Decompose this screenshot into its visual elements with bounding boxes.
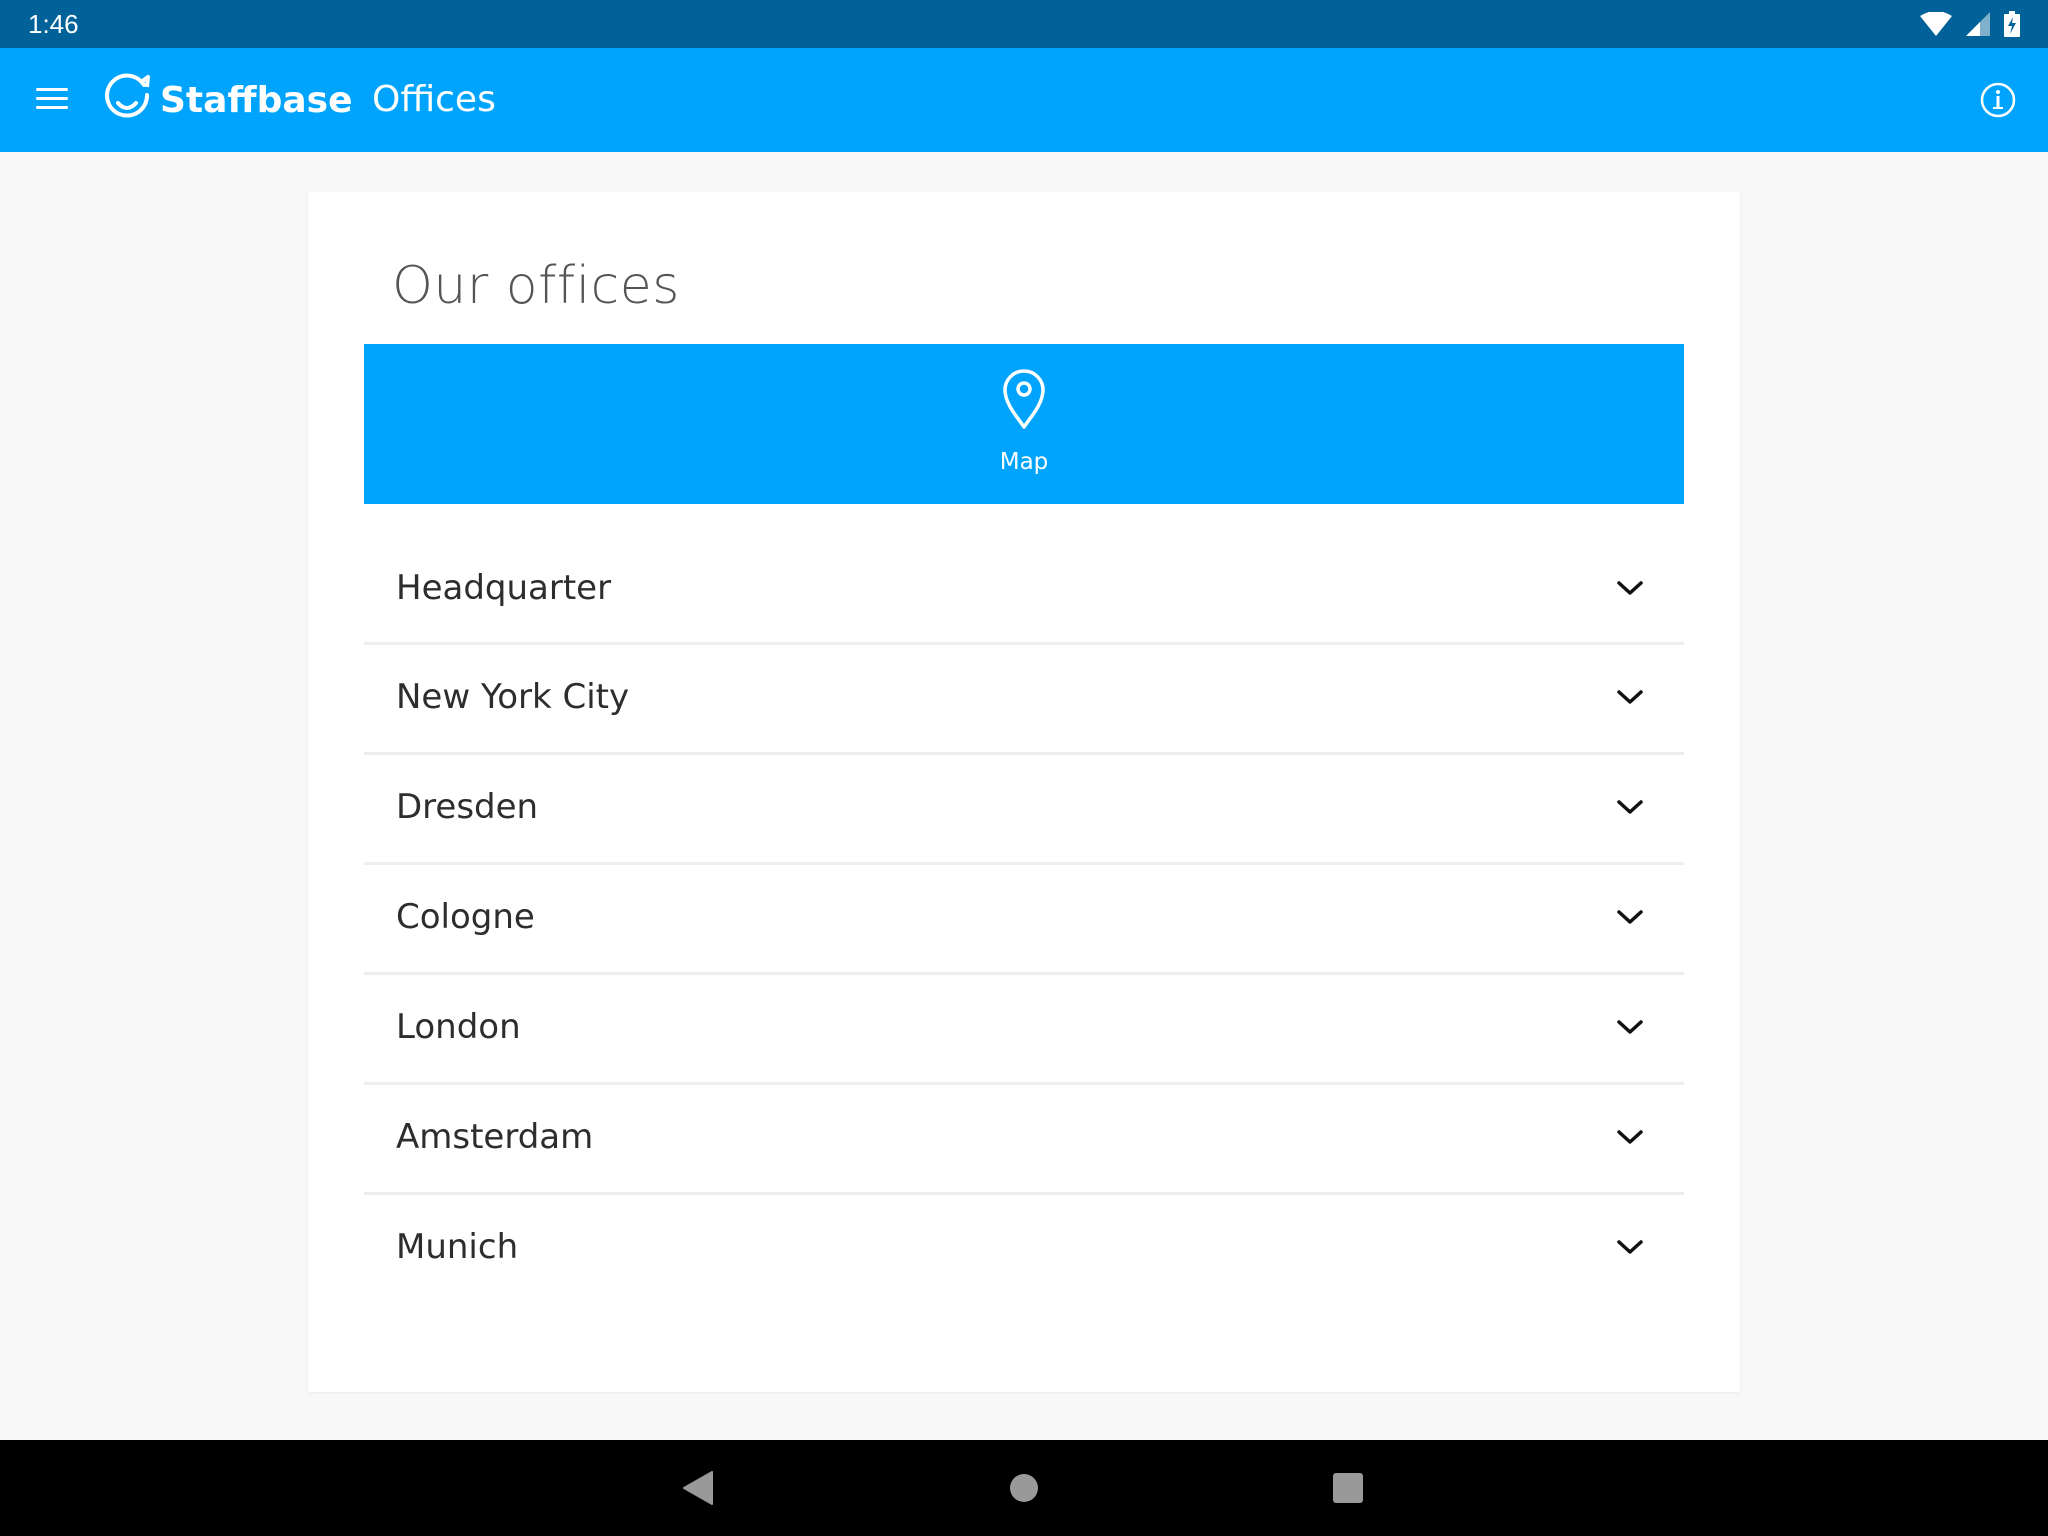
office-item-dresden[interactable]: Dresden <box>364 755 1684 865</box>
office-item-headquarter[interactable]: Headquarter <box>364 536 1684 645</box>
signal-icon <box>1966 12 1990 36</box>
office-item-munich[interactable]: Munich <box>364 1195 1684 1305</box>
app-bar: Staffbase Offices <box>0 48 2048 152</box>
app-bar-title: Offices <box>372 79 496 120</box>
chevron-down-icon[interactable] <box>1616 687 1644 707</box>
chevron-down-icon[interactable] <box>1616 907 1644 927</box>
office-name: Amsterdam <box>396 1117 594 1157</box>
info-icon[interactable] <box>1978 80 2018 120</box>
brand-logo: Staffbase <box>104 72 353 128</box>
offices-card: Our offices Map Headquarter New York Cit… <box>308 192 1740 1392</box>
office-name: New York City <box>396 677 630 717</box>
chevron-down-icon[interactable] <box>1616 1017 1644 1037</box>
system-nav-bar <box>0 1440 2048 1536</box>
chevron-down-icon[interactable] <box>1616 797 1644 817</box>
battery-charging-icon <box>2004 11 2020 37</box>
office-item-new-york-city[interactable]: New York City <box>364 645 1684 755</box>
map-pin-icon <box>1002 344 1046 434</box>
chevron-down-icon[interactable] <box>1616 1237 1644 1257</box>
brand-name: Staffbase <box>160 79 353 121</box>
chevron-down-icon[interactable] <box>1616 1127 1644 1147</box>
chevron-down-icon[interactable] <box>1616 578 1644 598</box>
status-time: 1:46 <box>28 9 79 39</box>
hamburger-menu-icon[interactable] <box>30 80 74 120</box>
office-item-amsterdam[interactable]: Amsterdam <box>364 1085 1684 1195</box>
status-icons <box>1920 10 2020 38</box>
home-icon[interactable] <box>1002 1466 1046 1510</box>
page-title: Our offices <box>392 256 680 316</box>
office-name: Dresden <box>396 787 539 827</box>
office-item-london[interactable]: London <box>364 975 1684 1085</box>
map-button[interactable]: Map <box>364 344 1684 504</box>
recents-icon[interactable] <box>1326 1466 1370 1510</box>
office-item-cologne[interactable]: Cologne <box>364 865 1684 975</box>
staffbase-logo-icon <box>104 73 152 127</box>
office-name: Headquarter <box>396 568 612 608</box>
office-name: Cologne <box>396 897 535 937</box>
office-name: London <box>396 1007 521 1047</box>
back-icon[interactable] <box>676 1466 720 1510</box>
status-bar: 1:46 <box>0 0 2048 48</box>
office-name: Munich <box>396 1227 519 1267</box>
map-label: Map <box>999 449 1049 475</box>
wifi-icon <box>1920 12 1952 36</box>
office-list: Headquarter New York City Dresden Cologn… <box>364 536 1684 1305</box>
